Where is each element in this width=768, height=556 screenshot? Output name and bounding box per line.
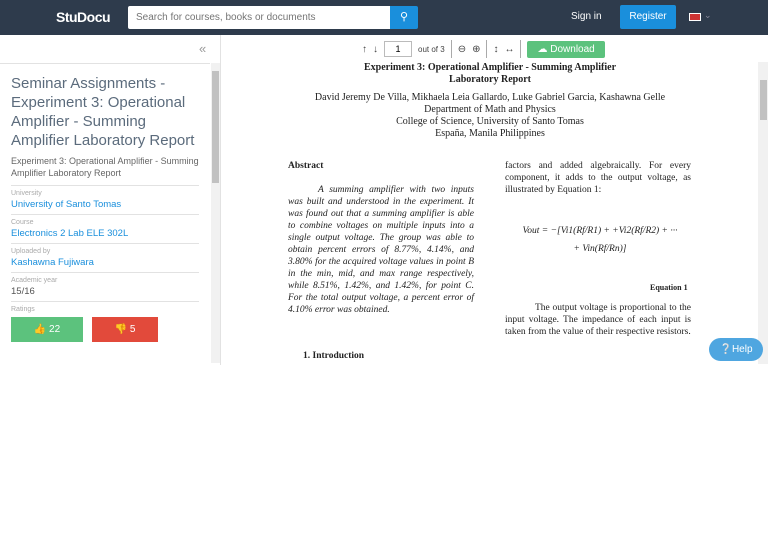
doc-authors: David Jeremy De Villa, Mikhaela Leia Gal… xyxy=(314,92,666,103)
zoom-in-icon[interactable]: ⊕ xyxy=(472,44,480,55)
page-number-input[interactable] xyxy=(384,41,412,57)
scrollbar-thumb[interactable] xyxy=(212,71,219,183)
scrollbar-thumb[interactable] xyxy=(760,80,767,120)
like-button[interactable]: 👍 22 xyxy=(11,317,83,342)
right-column-text-2: The output voltage is proportional to th… xyxy=(505,303,691,337)
fit-height-icon[interactable]: ↕ xyxy=(493,44,498,55)
dislike-count: 5 xyxy=(129,324,136,335)
university-link[interactable]: University of Santo Tomas xyxy=(11,199,199,215)
help-button[interactable]: ❔Help xyxy=(709,338,763,361)
divider xyxy=(450,40,452,58)
register-button[interactable]: Register xyxy=(620,5,676,29)
document-info-panel: Seminar Assignments - Experiment 3: Oper… xyxy=(0,63,210,363)
ratings-label: Ratings xyxy=(11,306,35,313)
previous-page-icon[interactable]: ↑ xyxy=(362,44,367,55)
doc-title: Experiment 3: Operational Amplifier - Su… xyxy=(363,62,617,73)
fit-width-icon[interactable]: ↔ xyxy=(504,44,514,55)
abstract-text: A summing amplifier with two inputs was … xyxy=(288,185,474,315)
like-count: 22 xyxy=(49,324,61,335)
search-input[interactable] xyxy=(128,6,390,29)
document-title: Seminar Assignments - Experiment 3: Oper… xyxy=(11,75,195,149)
studocu-logo[interactable]: StuDocu xyxy=(56,9,111,25)
dislike-button[interactable]: 👎 5 xyxy=(92,317,158,342)
cloud-download-icon: ☁ xyxy=(537,43,548,55)
collapse-sidebar-button[interactable]: « xyxy=(199,41,206,56)
page-count: out of 3 xyxy=(418,44,445,54)
course-label: Course xyxy=(11,219,34,226)
question-icon: ❔ xyxy=(719,344,732,355)
help-label: Help xyxy=(731,344,753,355)
download-label: Download xyxy=(550,43,595,55)
top-navbar: StuDocu ⚲ Sign in Register ⌄ xyxy=(0,0,768,35)
right-column-text: factors and added algebraically. For eve… xyxy=(505,161,691,195)
abstract-heading: Abstract xyxy=(288,161,324,171)
equation-label: Equation 1 xyxy=(650,283,688,292)
document-subtitle: Experiment 3: Operational Amplifier - Su… xyxy=(11,155,199,186)
next-page-icon[interactable]: ↓ xyxy=(373,44,378,55)
zoom-out-icon[interactable]: ⊖ xyxy=(458,44,466,55)
document-scrollbar[interactable] xyxy=(758,62,768,364)
university-label: University xyxy=(11,190,42,197)
doc-location: España, Manila Philippines xyxy=(435,128,545,139)
uk-flag-icon[interactable] xyxy=(689,13,701,21)
download-button[interactable]: ☁ Download xyxy=(527,40,605,58)
equation-1: Vout = −[Vi1(Rf/R1) + +Vi2(Rf/R2) + ··· … xyxy=(522,226,678,254)
thumbs-down-icon: 👎 xyxy=(114,324,128,335)
doc-title-2: Laboratory Report xyxy=(449,74,531,85)
thumbs-up-icon: 👍 xyxy=(33,324,47,335)
uploaded-by-label: Uploaded by xyxy=(11,248,51,255)
search-icon: ⚲ xyxy=(399,11,409,23)
doc-dept: Department of Math and Physics xyxy=(424,104,556,115)
viewer-toolbar: ↑ ↓ out of 3 ⊖ ⊕ ↕ ↔ ☁ Download xyxy=(362,40,605,58)
doc-college: College of Science, University of Santo … xyxy=(396,116,584,127)
divider xyxy=(520,40,522,58)
chevron-down-icon[interactable]: ⌄ xyxy=(704,10,712,21)
search-button[interactable]: ⚲ xyxy=(390,6,418,29)
divider xyxy=(486,40,488,58)
introduction-heading: 1. Introduction xyxy=(303,351,365,361)
document-page: Experiment 3: Operational Amplifier - Su… xyxy=(222,62,758,364)
course-link[interactable]: Electronics 2 Lab ELE 302L xyxy=(11,228,199,244)
uploader-link[interactable]: Kashawna Fujiwara xyxy=(11,257,199,273)
sidebar-scrollbar[interactable] xyxy=(211,63,220,363)
academic-year-label: Academic year xyxy=(11,277,58,284)
sign-in-link[interactable]: Sign in xyxy=(571,11,602,22)
academic-year: 15/16 xyxy=(11,286,199,302)
